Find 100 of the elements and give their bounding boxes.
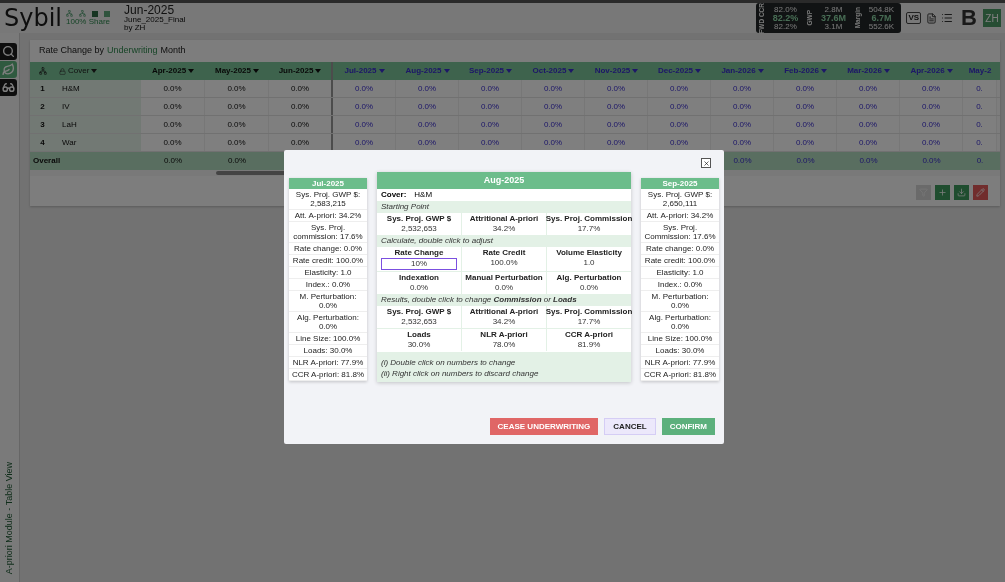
mini-card-item: Sys. Proj. GWP $: 2,583,215 <box>289 189 367 210</box>
mini-card-item: NLR A-priori: 77.9% <box>289 357 367 369</box>
edit-button[interactable] <box>973 185 988 200</box>
brand-letter[interactable]: B <box>961 6 977 30</box>
field-label: Rate Change <box>394 248 444 258</box>
cover-cell: War <box>55 134 141 151</box>
mini-card-title: Jul-2025 <box>289 178 367 189</box>
column-header[interactable]: Jan-2026 <box>721 65 756 77</box>
hierarchy-icon[interactable] <box>38 67 47 75</box>
download-button[interactable] <box>954 185 969 200</box>
column-header[interactable]: Jul-2025 <box>344 65 377 77</box>
field-label: Manual Perturbation <box>465 273 543 283</box>
field-value[interactable]: 10% <box>381 258 457 270</box>
caret-icon[interactable] <box>506 69 513 73</box>
scenario-name: June_2025_Final <box>124 16 186 24</box>
dialog-button[interactable]: CONFIRM <box>661 418 715 435</box>
table-cell: 0.0% <box>859 155 878 167</box>
stat-value: 504.8K <box>868 5 895 14</box>
caret-icon[interactable] <box>820 69 827 73</box>
field-value: 78.0% <box>492 340 516 350</box>
row-number: 1 <box>30 80 55 97</box>
pencil-icon <box>976 188 985 197</box>
column-header[interactable]: Apr-2026 <box>910 65 945 77</box>
column-header[interactable]: Mar-2026 <box>847 65 882 77</box>
row-number: 2 <box>30 98 55 115</box>
caret-icon[interactable] <box>883 69 890 73</box>
dialog-button[interactable]: CANCEL <box>604 418 656 435</box>
mini-card-item: CCR A-priori: 81.8% <box>641 369 719 381</box>
mini-card-item: Line Size: 100.0% <box>289 333 367 345</box>
search-icon[interactable] <box>0 43 17 60</box>
column-header[interactable]: Feb-2026 <box>784 65 819 77</box>
caret-icon[interactable] <box>757 69 764 73</box>
field-value: 0.0% <box>409 283 429 293</box>
column-header[interactable]: Nov-2025 <box>594 65 631 77</box>
square-icon[interactable] <box>92 10 98 17</box>
glasses-icon[interactable] <box>0 79 17 96</box>
mini-card-item: M. Perturbation: 0.0% <box>289 291 367 312</box>
caret-icon[interactable] <box>946 69 953 73</box>
mini-card-item: Line Size: 100.0% <box>641 333 719 345</box>
field-label: NLR A-priori <box>480 330 528 340</box>
mini-card-item: Sys. Proj. Commission: 17.6% <box>641 222 719 243</box>
table-cell: 0.0% <box>163 155 183 167</box>
caret-icon[interactable] <box>91 69 98 73</box>
field-value: 2,532,653 <box>401 224 437 234</box>
row-number: 3 <box>30 116 55 133</box>
field-label: Alg. Perturbation <box>556 273 622 283</box>
stat-value: 82.0% <box>774 5 797 14</box>
cover-cell: LaH <box>55 116 141 133</box>
hierarchy-icon[interactable] <box>66 10 73 17</box>
mini-card-item: Elasticity: 1.0 <box>289 267 367 279</box>
caret-icon[interactable] <box>253 69 259 73</box>
caret-icon[interactable] <box>315 69 322 73</box>
column-header[interactable]: Sep-2025 <box>468 65 505 77</box>
field-label: Attritional A-priori <box>469 214 539 224</box>
field-value: 30.0% <box>407 340 431 350</box>
caret-icon[interactable] <box>568 69 575 73</box>
stat-value: 3.1M <box>824 22 843 31</box>
document-icon[interactable] <box>926 12 938 24</box>
table-cell: 0.0% <box>227 155 247 167</box>
mini-card-item: Att. A-priori: 34.2% <box>289 210 367 222</box>
app-logo: Sybil <box>4 5 62 31</box>
caret-icon[interactable] <box>188 69 195 73</box>
mini-card-item: NLR A-priori: 77.9% <box>641 357 719 369</box>
dialog-button[interactable]: CEASE UNDERWRITING <box>489 418 599 435</box>
column-header[interactable]: May-2025 <box>215 65 251 77</box>
column-header[interactable]: Apr-2025 <box>151 65 187 77</box>
lock-icon[interactable] <box>59 67 66 75</box>
column-header[interactable]: Dec-2025 <box>657 65 694 77</box>
mini-card-item: Index.: 0.0% <box>641 279 719 291</box>
caret-icon[interactable] <box>378 69 385 73</box>
compare-button[interactable]: VS <box>906 12 922 24</box>
field-label: Loads <box>407 330 431 340</box>
column-header[interactable]: Oct-2025 <box>532 65 567 77</box>
caret-icon[interactable] <box>695 69 702 73</box>
caret-icon[interactable] <box>632 69 639 73</box>
field-value: 81.9% <box>577 340 601 350</box>
user-avatar[interactable]: ZH <box>983 9 1001 27</box>
square-icon[interactable] <box>104 10 110 17</box>
column-header[interactable]: Cover <box>68 65 90 77</box>
caret-icon[interactable] <box>443 69 450 73</box>
list-icon[interactable] <box>941 12 954 24</box>
close-icon <box>702 159 710 167</box>
add-button[interactable] <box>935 185 950 200</box>
card-title: Aug-2025 <box>377 172 631 189</box>
field-label: Indexation <box>399 273 439 283</box>
column-header[interactable]: May-2 <box>968 65 992 77</box>
hierarchy-icon[interactable] <box>79 10 86 17</box>
cover-value: H&M <box>414 189 433 201</box>
close-button[interactable] <box>701 158 711 168</box>
stat-value: 2.8M <box>824 5 843 14</box>
field-label: Attritional A-priori <box>469 307 539 317</box>
mini-card-item: Loads: 30.0% <box>641 345 719 357</box>
mini-card-item: Att. A-priori: 34.2% <box>641 210 719 222</box>
column-header[interactable]: Jun-2025 <box>278 65 314 77</box>
column-header[interactable]: Aug-2025 <box>405 65 442 77</box>
mini-card-item: Sys. Proj. commission: 17.6% <box>289 222 367 243</box>
field-value: 34.2% <box>492 317 516 327</box>
table-title: Rate Change by Underwriting Month <box>38 44 187 58</box>
mini-card-item: Alg. Perturbation: 0.0% <box>289 312 367 333</box>
cover-cell: H&M <box>55 80 141 97</box>
